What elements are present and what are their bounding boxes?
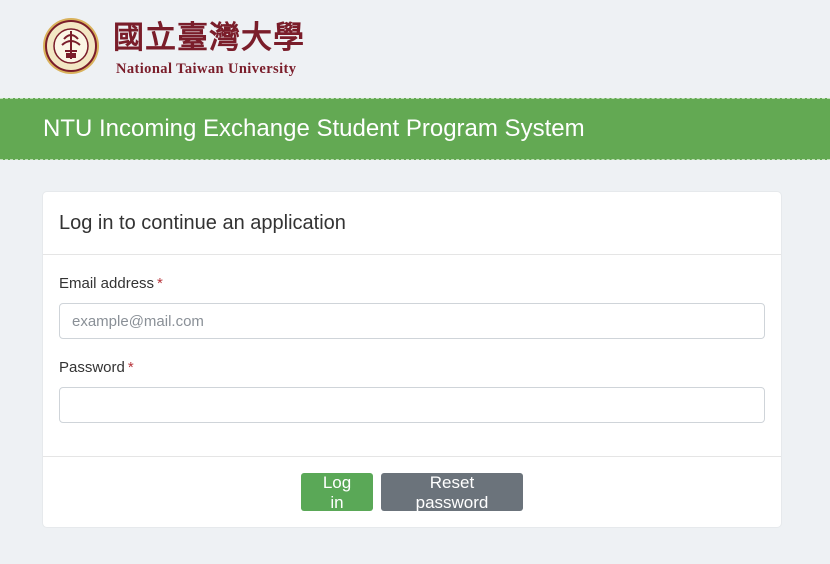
login-button[interactable]: Log in [301,473,373,512]
reset-password-button[interactable]: Reset password [381,473,523,512]
password-input[interactable] [59,387,765,423]
university-seal-icon [43,18,99,74]
site-header: 國立臺灣大學 National Taiwan University [0,0,830,98]
email-input[interactable] [59,303,765,339]
card-header: Log in to continue an application [43,192,781,255]
email-required-marker: * [157,275,163,292]
password-label-text: Password [59,359,125,376]
login-card: Log in to continue an application Email … [43,192,781,527]
email-label: Email address * [59,275,163,292]
password-label: Password * [59,359,134,376]
email-label-text: Email address [59,275,155,292]
system-banner: NTU Incoming Exchange Student Program Sy… [0,98,830,160]
password-required-marker: * [127,359,134,376]
login-card-title: Log in to continue an application [59,212,346,234]
system-title: NTU Incoming Exchange Student Program Sy… [43,115,585,142]
university-chinese-name: 國立臺灣大學 [113,20,305,56]
card-footer: Log in Reset password [43,456,781,528]
university-english-name: National Taiwan University [116,61,297,77]
